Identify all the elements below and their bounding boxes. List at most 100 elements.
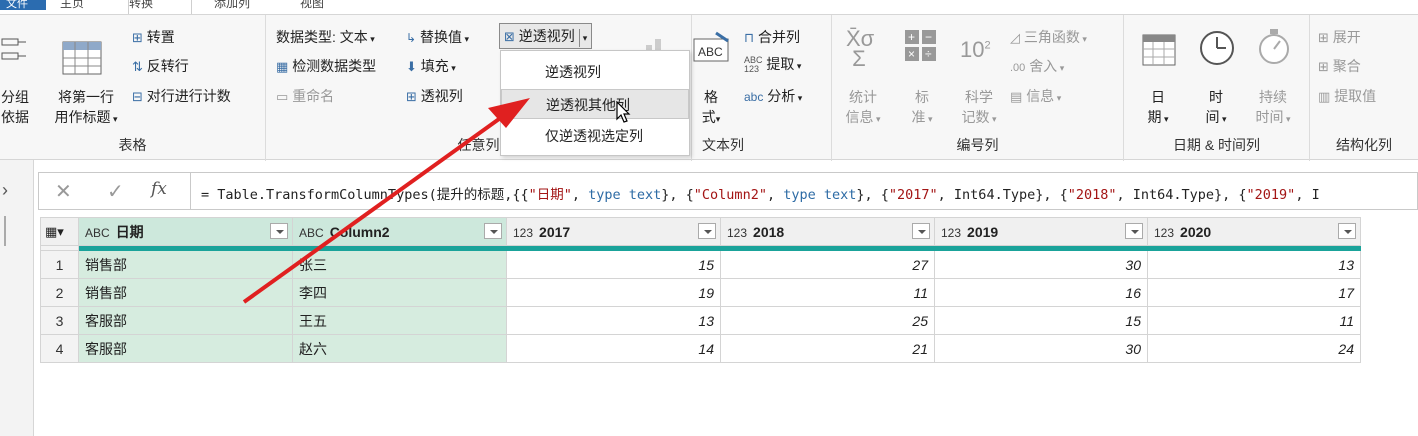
filter-dropdown-icon[interactable] (270, 223, 288, 239)
reverse-rows-button[interactable]: ⇅ 反转行 (132, 56, 189, 76)
time-button[interactable]: 时 间 ▾ (1196, 87, 1236, 129)
data-grid: ▦▾ ABC 日期 ABC Column2 123 2017 123 2018 123 2… (40, 217, 1361, 363)
expand-queries-icon[interactable]: › (2, 180, 8, 201)
replace-values-button[interactable]: ↳ 替换值 ▾ (406, 27, 469, 47)
duration-button[interactable]: 持续 时间 ▾ (1246, 87, 1300, 129)
reverse-rows-label: 反转行 (146, 58, 189, 74)
row-number[interactable]: 1 (40, 250, 79, 279)
row-number[interactable]: 3 (40, 306, 79, 335)
table-icon: ▦▾ (45, 224, 64, 239)
statistics-button[interactable]: 统计 信息 ▾ (838, 87, 888, 129)
fill-label: 填充 (420, 58, 449, 74)
filter-dropdown-icon[interactable] (484, 223, 502, 239)
cell-2017[interactable]: 14 (506, 334, 721, 363)
column-header-2019[interactable]: 123 2019 (934, 217, 1148, 246)
use-first-row-label-1: 将第一行 (58, 89, 114, 105)
format-icon-text: ABC (698, 45, 723, 59)
tab-add-column[interactable]: 添加列 (214, 0, 274, 14)
type-abc-icon: ABC (85, 225, 110, 240)
cell-2018[interactable]: 27 (720, 250, 935, 279)
unpivot-dropdown-arrow[interactable]: ▾ (578, 29, 587, 47)
information-button[interactable]: ▤ 信息 ▾ (1010, 86, 1061, 106)
unpivot-dropdown-menu: 逆透视列 逆透视其他列 仅逆透视选定列 (500, 50, 690, 156)
filter-dropdown-icon[interactable] (698, 223, 716, 239)
formula-string: "2017" (888, 187, 938, 203)
group-datetime: 日 期 ▾ 时 间 ▾ 持续 时间 ▾ 日期 & 时间列 (1124, 15, 1310, 161)
cell-column2[interactable]: 张三 (292, 250, 507, 279)
extract-button[interactable]: ABC 123 提取 ▾ (744, 54, 801, 74)
column-header-label: 2018 (753, 223, 785, 240)
parse-button[interactable]: abc 分析 ▾ (744, 86, 802, 106)
cell-2019[interactable]: 16 (934, 278, 1148, 307)
cell-date[interactable]: 销售部 (78, 250, 293, 279)
formula-string: "2019" (1246, 187, 1296, 203)
formula-text[interactable]: = Table.TransformColumnTypes(提升的标题,{{"日期… (201, 183, 1320, 203)
standard-button[interactable]: 标 准 ▾ (904, 87, 940, 129)
cell-column2[interactable]: 赵六 (292, 334, 507, 363)
filter-dropdown-icon[interactable] (1125, 223, 1143, 239)
column-header-2020[interactable]: 123 2020 (1147, 217, 1361, 246)
group-label-datetime: 日期 & 时间列 (1172, 137, 1261, 153)
extract-values-button[interactable]: ▥ 提取值 (1318, 86, 1376, 106)
cell-column2[interactable]: 李四 (292, 278, 507, 307)
cell-2018[interactable]: 21 (720, 334, 935, 363)
date-button[interactable]: 日 期 ▾ (1138, 87, 1178, 129)
cell-2020[interactable]: 24 (1147, 334, 1361, 363)
scientific-button[interactable]: 科学 记数 ▾ (954, 87, 1004, 129)
cell-2019[interactable]: 15 (934, 306, 1148, 335)
fill-button[interactable]: ⬇ 填充 ▾ (406, 56, 456, 76)
cell-2020[interactable]: 13 (1147, 250, 1361, 279)
cell-2018[interactable]: 25 (720, 306, 935, 335)
time-icon (1198, 29, 1236, 70)
count-rows-button[interactable]: ⊟ 对行进行计数 (132, 86, 231, 106)
column-header-date[interactable]: ABC 日期 (78, 217, 293, 246)
menu-item-unpivot-other-columns[interactable]: 逆透视其他列 (501, 89, 689, 119)
filter-dropdown-icon[interactable] (1338, 223, 1356, 239)
cell-2020[interactable]: 17 (1147, 278, 1361, 307)
row-number[interactable]: 2 (40, 278, 79, 307)
merge-columns-icon: ⊓ (744, 30, 755, 45)
cancel-icon[interactable]: ✕ (55, 179, 72, 204)
cell-date[interactable]: 客服部 (78, 334, 293, 363)
cell-date[interactable]: 客服部 (78, 306, 293, 335)
transpose-icon: ⊞ (132, 30, 143, 45)
tab-home[interactable]: 主页 (60, 0, 110, 14)
fx-icon[interactable]: fx (151, 179, 167, 199)
filter-dropdown-icon[interactable] (912, 223, 930, 239)
row-number[interactable]: 4 (40, 334, 79, 363)
detect-type-button[interactable]: ▦ 检测数据类型 (276, 56, 376, 76)
cell-2017[interactable]: 13 (506, 306, 721, 335)
tab-transform[interactable]: 转换 (128, 0, 192, 14)
rounding-button[interactable]: .00 舍入 ▾ (1010, 56, 1064, 76)
aggregate-button[interactable]: ⊞ 聚合 (1318, 56, 1361, 76)
column-header-column2[interactable]: ABC Column2 (292, 217, 507, 246)
tab-file[interactable]: 文件 (0, 0, 46, 10)
cell-2019[interactable]: 30 (934, 334, 1148, 363)
pivot-button[interactable]: ⊞ 透视列 (406, 86, 463, 106)
use-first-row-button[interactable]: 将第一行 用作标题 ▾ (46, 87, 126, 129)
cell-2019[interactable]: 30 (934, 250, 1148, 279)
menu-item-unpivot-selected-columns[interactable]: 仅逆透视选定列 (501, 121, 689, 151)
merge-columns-button[interactable]: ⊓ 合并列 (744, 27, 800, 47)
unpivot-split-button[interactable]: ⊠ 逆透视列 ▾ (499, 23, 593, 49)
cell-2017[interactable]: 15 (506, 250, 721, 279)
trig-button[interactable]: ◿ 三角函数 ▾ (1010, 27, 1087, 47)
cell-column2[interactable]: 王五 (292, 306, 507, 335)
cell-2020[interactable]: 11 (1147, 306, 1361, 335)
transpose-button[interactable]: ⊞ 转置 (132, 27, 175, 47)
confirm-icon[interactable]: ✓ (107, 179, 124, 204)
group-by-button[interactable]: 分组 依据 (0, 87, 30, 127)
table-menu-button[interactable]: ▦▾ (40, 217, 79, 246)
cell-date[interactable]: 销售部 (78, 278, 293, 307)
cell-2018[interactable]: 11 (720, 278, 935, 307)
format-button[interactable]: 格 式▾ (698, 87, 724, 129)
data-type-dropdown[interactable]: 数据类型: 文本 ▾ (276, 27, 375, 47)
rename-button[interactable]: ▭ 重命名 (276, 86, 334, 106)
formula-part: }, { (661, 187, 694, 203)
expand-button[interactable]: ⊞ 展开 (1318, 27, 1361, 47)
cell-2017[interactable]: 19 (506, 278, 721, 307)
column-header-2017[interactable]: 123 2017 (506, 217, 721, 246)
tab-view[interactable]: 视图 (300, 0, 350, 14)
menu-item-unpivot-columns[interactable]: 逆透视列 (501, 57, 689, 87)
column-header-2018[interactable]: 123 2018 (720, 217, 935, 246)
